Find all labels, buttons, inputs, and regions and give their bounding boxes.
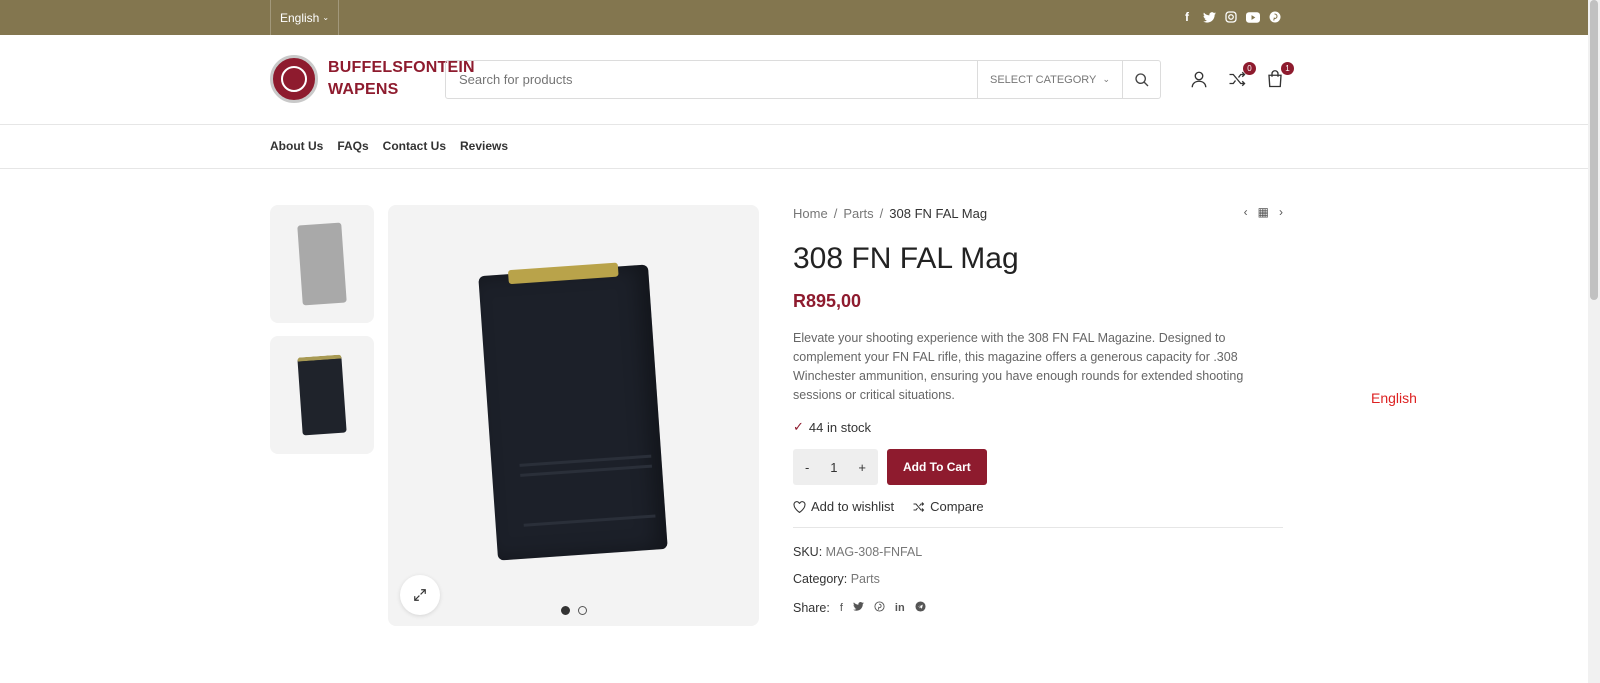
heart-icon (793, 500, 806, 513)
sku-value: MAG-308-FNFAL (825, 545, 923, 559)
header-icons: 0 1 (1188, 62, 1294, 90)
stock-text: 44 in stock (808, 419, 872, 435)
breadcrumb-parts[interactable]: Parts (843, 206, 873, 221)
wishlist-label: Add to wishlist (811, 499, 895, 514)
product-description: Elevate your shooting experience with th… (793, 331, 1244, 402)
zoom-button[interactable] (400, 575, 440, 615)
facebook-icon[interactable]: f (1180, 8, 1194, 26)
cart-button[interactable]: 1 (1264, 62, 1294, 90)
sku-row: SKU: MAG-308-FNFAL (793, 545, 1283, 559)
floating-language-switcher[interactable]: English (1371, 390, 1417, 406)
main-nav: About Us FAQs Contact Us Reviews (0, 125, 1588, 169)
quantity-plus-button[interactable]: + (858, 460, 866, 475)
telegram-icon[interactable] (915, 601, 926, 615)
compare-label: Compare (930, 499, 984, 514)
category-label: Category: (793, 572, 848, 586)
chevron-down-icon: ⌄ (322, 13, 330, 22)
category-select[interactable]: SELECT CATEGORY ⌄ (977, 61, 1122, 98)
search-icon (1134, 72, 1148, 86)
quantity-stepper: - 1 + (793, 449, 878, 485)
nav-item-about-us[interactable]: About Us (270, 139, 323, 153)
scrollbar[interactable] (1588, 0, 1600, 683)
main-product-image[interactable] (388, 205, 759, 626)
check-icon: ✓ (793, 419, 804, 434)
compare-header-button[interactable]: 0 (1226, 62, 1256, 90)
compare-count-badge: 0 (1243, 62, 1256, 75)
shuffle-icon (913, 501, 925, 512)
social-links: f (1180, 8, 1282, 26)
pinterest-icon[interactable] (1268, 8, 1282, 26)
site-header: BUFFELSFONTEIN WAPENS SELECT CATEGORY ⌄ … (0, 35, 1588, 125)
product-title: 308 FN FAL Mag (793, 242, 1019, 275)
add-to-cart-row: - 1 + Add To Cart (793, 449, 1283, 485)
language-label: English (280, 10, 320, 25)
breadcrumb-separator: / (879, 205, 884, 221)
cart-count-badge: 1 (1281, 62, 1294, 75)
gallery-thumbnail-2[interactable] (270, 336, 374, 454)
youtube-icon[interactable] (1246, 8, 1260, 26)
user-icon (1191, 71, 1207, 88)
add-to-cart-button[interactable]: Add To Cart (887, 449, 987, 485)
scrollbar-thumb[interactable] (1590, 0, 1598, 300)
gallery-thumbnail-1[interactable] (270, 205, 374, 323)
share-label: Share: (793, 601, 830, 615)
shuffle-icon (1229, 71, 1246, 87)
nav-item-faqs[interactable]: FAQs (337, 139, 368, 153)
divider (793, 527, 1283, 528)
category-link[interactable]: Parts (851, 572, 880, 586)
nav-item-contact-us[interactable]: Contact Us (383, 139, 446, 153)
instagram-icon[interactable] (1224, 8, 1238, 26)
search-bar: SELECT CATEGORY ⌄ (445, 60, 1161, 99)
stock-status: ✓ 44 in stock (793, 419, 1283, 435)
twitter-icon[interactable] (853, 602, 864, 614)
twitter-icon[interactable] (1202, 8, 1216, 26)
share-row: Share: f in (793, 601, 1283, 615)
logo-badge-icon (270, 55, 318, 103)
chevron-left-icon[interactable]: ‹ (1244, 205, 1248, 219)
shopping-bag-icon (1268, 70, 1282, 88)
magazine-image (478, 262, 668, 561)
breadcrumb-home[interactable]: Home (793, 206, 828, 221)
gallery-dot-1[interactable] (561, 606, 570, 615)
search-button[interactable] (1122, 61, 1160, 98)
gallery-dots (561, 606, 587, 615)
pinterest-icon[interactable] (874, 601, 885, 615)
account-button[interactable] (1188, 68, 1210, 90)
search-input[interactable] (446, 61, 977, 98)
compare-link[interactable]: Compare (912, 499, 984, 514)
product-navigation: ‹ ▦ › (1244, 205, 1283, 219)
breadcrumb-separator: / (833, 205, 838, 221)
nav-item-reviews[interactable]: Reviews (460, 139, 508, 153)
gallery-dot-2[interactable] (578, 606, 587, 615)
breadcrumb: Home / Parts / 308 FN FAL Mag (793, 205, 1283, 221)
quantity-minus-button[interactable]: - (805, 460, 809, 475)
category-select-label: SELECT CATEGORY (990, 73, 1097, 86)
sku-label: SKU: (793, 545, 823, 559)
top-bar: English ⌄ f (0, 0, 1588, 35)
product-actions: Add to wishlist Compare (793, 499, 1283, 514)
linkedin-icon[interactable]: in (895, 602, 905, 614)
chevron-down-icon: ⌄ (1102, 74, 1110, 84)
product-thumbnail-image (297, 222, 347, 306)
chevron-right-icon[interactable]: › (1279, 205, 1283, 219)
expand-icon (414, 589, 426, 601)
add-to-wishlist-link[interactable]: Add to wishlist (793, 499, 894, 514)
product-summary: Home / Parts / 308 FN FAL Mag ‹ ▦ › 308 … (793, 205, 1283, 615)
page: English ⌄ f BUFFELSFONTEIN WAPENS Search… (0, 0, 1600, 683)
product-thumbnail-image (297, 354, 347, 436)
facebook-icon[interactable]: f (840, 602, 843, 614)
category-row: Category: Parts (793, 572, 1283, 586)
breadcrumb-current: 308 FN FAL Mag (889, 205, 988, 221)
product-price: R895,00 (793, 291, 862, 311)
language-switcher[interactable]: English ⌄ (270, 0, 340, 35)
grid-icon[interactable]: ▦ (1258, 205, 1269, 219)
quantity-input[interactable]: 1 (830, 460, 837, 475)
